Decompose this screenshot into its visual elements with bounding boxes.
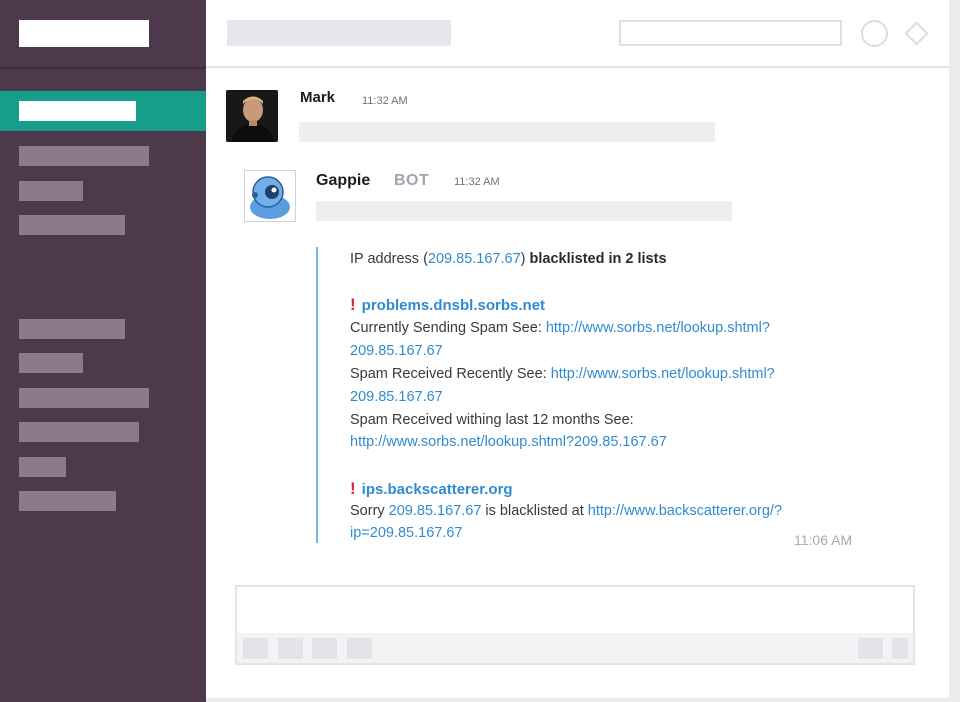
sidebar-item-active-label-placeholder: [19, 101, 136, 121]
blacklist-report-attachment: IP address (209.85.167.67) blacklisted i…: [316, 247, 856, 543]
entry-link[interactable]: 209.85.167.67: [350, 389, 443, 405]
sidebar-item[interactable]: [19, 388, 149, 408]
channel-header: [206, 0, 949, 68]
workspace-name-placeholder[interactable]: [19, 20, 149, 47]
bot-sender[interactable]: Gappie: [316, 172, 370, 190]
entry-link[interactable]: http://www.sorbs.net/lookup.shtml?: [546, 320, 770, 336]
sidebar-item[interactable]: [19, 491, 116, 511]
list-heading: ! ips.backscatterer.org: [350, 479, 513, 499]
composer-tool-button[interactable]: [243, 638, 268, 659]
entry-link[interactable]: http://www.backscatterer.org/?: [588, 503, 782, 519]
summary-mid: ): [520, 251, 530, 267]
avatar-photo-icon: [226, 90, 278, 142]
summary-prefix: IP address (: [350, 251, 428, 267]
summary-line: IP address (209.85.167.67) blacklisted i…: [350, 251, 667, 267]
sidebar-item[interactable]: [19, 422, 139, 442]
composer-tool-button[interactable]: [278, 638, 303, 659]
entry-label: Spam Received withing last 12 months See…: [350, 412, 634, 428]
avatar[interactable]: [226, 90, 278, 142]
list-name-link[interactable]: ips.backscatterer.org: [362, 481, 513, 498]
entry-link[interactable]: ip=209.85.167.67: [350, 525, 462, 541]
message-pane: Mark 11:32 AM Gappie BOT 11:32 AM IP add…: [206, 0, 949, 698]
message-composer[interactable]: [235, 585, 915, 665]
bot-badge: BOT: [394, 172, 430, 189]
message-timestamp[interactable]: 11:32 AM: [454, 176, 500, 188]
composer-toolbar: [237, 633, 913, 663]
entry-link[interactable]: 209.85.167.67: [350, 343, 443, 359]
message-text-placeholder: [299, 122, 715, 142]
composer-tool-button[interactable]: [858, 638, 883, 659]
sidebar-item[interactable]: [19, 457, 66, 477]
composer-tool-button[interactable]: [347, 638, 372, 659]
entry-label: Sorry: [350, 503, 389, 519]
list-heading: ! problems.dnsbl.sorbs.net: [350, 295, 545, 315]
summary-result: blacklisted in 2 lists: [529, 251, 667, 267]
sidebar-item[interactable]: [19, 181, 83, 201]
attachment-timestamp: 11:06 AM: [794, 532, 853, 548]
diamond-icon[interactable]: [904, 21, 929, 46]
entry-label: Spam Received Recently See:: [350, 366, 551, 382]
bot-avatar[interactable]: [244, 170, 296, 222]
entry-label: is blacklisted at: [481, 503, 588, 519]
robot-icon: [250, 176, 290, 219]
list-entry: Currently Sending Spam See: http://www.s…: [350, 320, 770, 336]
list-entry: Spam Received Recently See: http://www.s…: [350, 366, 775, 382]
sidebar-item[interactable]: [19, 215, 125, 235]
message-sender[interactable]: Mark: [300, 89, 335, 106]
ip-link[interactable]: 209.85.167.67: [428, 251, 521, 267]
entry-link[interactable]: http://www.sorbs.net/lookup.shtml?: [551, 366, 775, 382]
message-timestamp[interactable]: 11:32 AM: [362, 95, 408, 107]
entry-link[interactable]: http://www.sorbs.net/lookup.shtml?209.85…: [350, 434, 667, 450]
composer-tool-button[interactable]: [892, 638, 908, 659]
list-name-link[interactable]: problems.dnsbl.sorbs.net: [362, 297, 545, 314]
list-entry: Sorry 209.85.167.67 is blacklisted at ht…: [350, 503, 782, 519]
message-text-placeholder: [316, 201, 732, 221]
exclamation-icon: !: [350, 295, 356, 314]
sidebar-item[interactable]: [19, 353, 83, 373]
sidebar-item-active[interactable]: [0, 91, 206, 131]
circle-icon[interactable]: [861, 20, 888, 47]
sidebar-item[interactable]: [19, 319, 125, 339]
composer-tool-button[interactable]: [312, 638, 337, 659]
channel-title-placeholder: [227, 20, 451, 46]
sidebar-divider: [0, 67, 206, 69]
exclamation-icon: !: [350, 479, 356, 498]
sidebar: [0, 0, 206, 702]
ip-link[interactable]: 209.85.167.67: [389, 503, 482, 519]
sidebar-item[interactable]: [19, 146, 149, 166]
search-input[interactable]: [619, 20, 842, 46]
entry-label: Currently Sending Spam See:: [350, 320, 546, 336]
